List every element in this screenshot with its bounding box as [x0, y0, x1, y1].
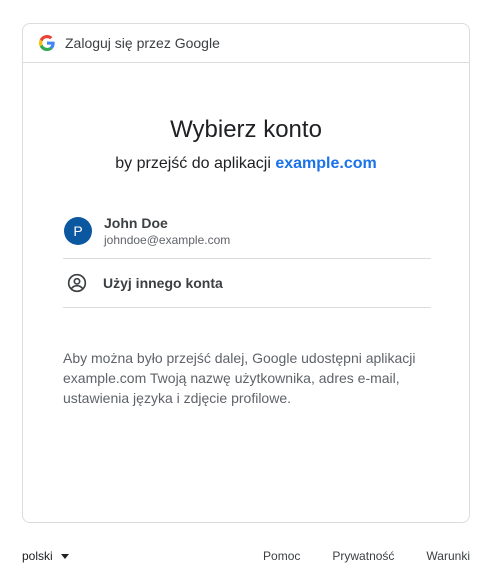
terms-link[interactable]: Warunki	[426, 549, 470, 563]
account-list: P John Doe johndoe@example.com Użyj inne…	[63, 203, 431, 308]
account-item[interactable]: P John Doe johndoe@example.com	[63, 203, 431, 259]
help-link[interactable]: Pomoc	[263, 549, 300, 563]
page: Zaloguj się przez Google Wybierz konto b…	[0, 0, 495, 585]
language-label: polski	[22, 549, 53, 563]
google-g-icon	[39, 35, 55, 51]
account-text: John Doe johndoe@example.com	[104, 214, 230, 248]
account-email: johndoe@example.com	[104, 232, 231, 247]
use-another-account-label: Użyj innego konta	[103, 275, 223, 291]
app-link[interactable]: example.com	[275, 155, 376, 172]
privacy-info-text: Aby można było przejść dalej, Google udo…	[63, 350, 416, 406]
account-circle-icon	[67, 273, 87, 293]
language-selector[interactable]: polski	[22, 549, 69, 563]
sign-in-card: Zaloguj się przez Google Wybierz konto b…	[22, 23, 470, 523]
page-subtitle: by przejść do aplikacji example.com	[23, 153, 469, 175]
use-another-account-button[interactable]: Użyj innego konta	[63, 259, 431, 308]
avatar: P	[64, 216, 92, 245]
page-title: Wybierz konto	[170, 116, 322, 143]
header-title: Zaloguj się przez Google	[65, 35, 220, 51]
footer-links: Pomoc Prywatność Warunki	[231, 549, 470, 563]
account-name: John Doe	[104, 214, 168, 231]
card-header: Zaloguj się przez Google	[23, 24, 469, 63]
subtitle-prefix: by przejść do aplikacji	[115, 155, 271, 172]
privacy-link[interactable]: Prywatność	[332, 549, 394, 563]
chevron-down-icon	[60, 553, 69, 559]
footer: polski Pomoc Prywatność Warunki	[22, 546, 470, 566]
